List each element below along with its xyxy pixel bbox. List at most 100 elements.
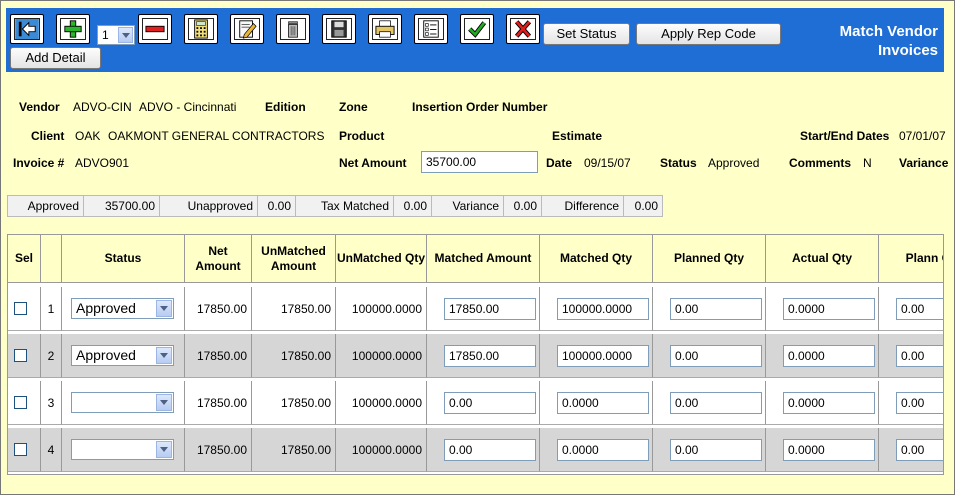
delete-icon <box>280 18 306 40</box>
comments-value: N <box>863 156 872 170</box>
client-label: Client <box>31 129 65 143</box>
approved-total-value: 35700.00 <box>84 196 160 216</box>
planned-qty-input[interactable]: 0.00 <box>670 345 762 367</box>
planned-cost-input[interactable]: 0.00 <box>896 345 943 367</box>
calculator-button[interactable] <box>184 14 218 44</box>
invoice-detail-grid: Sel Status Net Amount UnMatched Amount U… <box>7 234 944 475</box>
unmatched-amount-cell: 17850.00 <box>252 381 336 425</box>
date-label: Date <box>546 156 573 170</box>
planned-qty-input[interactable]: 0.00 <box>670 392 762 414</box>
matched-qty-input[interactable]: 0.0000 <box>557 392 649 414</box>
approve-button[interactable] <box>460 14 494 44</box>
net-amount-input[interactable]: 35700.00 <box>421 151 538 173</box>
page-title: Match Vendor Invoices <box>840 22 938 60</box>
zone-label: Zone <box>339 100 368 114</box>
matched-qty-input[interactable]: 100000.0000 <box>557 345 649 367</box>
column-header-net-amount: Net Amount <box>185 235 252 283</box>
edit-icon <box>234 18 260 40</box>
matched-amount-input[interactable]: 0.00 <box>444 439 536 461</box>
column-header-matched-qty: Matched Qty <box>540 235 653 283</box>
checklist-icon <box>418 18 444 40</box>
actual-qty-input[interactable]: 0.0000 <box>783 392 875 414</box>
status-select[interactable]: Approved <box>71 345 174 366</box>
unapproved-total-value: 0.00 <box>258 196 296 216</box>
start-end-dates-label: Start/End Dates <box>800 129 890 143</box>
row-select-checkbox[interactable] <box>14 302 27 315</box>
comments-label: Comments <box>789 156 852 170</box>
matched-amount-input[interactable]: 17850.00 <box>444 298 536 320</box>
planned-qty-input[interactable]: 0.00 <box>670 298 762 320</box>
difference-total-value: 0.00 <box>634 199 658 213</box>
unmatched-qty-cell: 100000.0000 <box>336 381 427 425</box>
column-header-row-number <box>41 235 62 283</box>
add-detail-button[interactable]: Add Detail <box>10 47 101 69</box>
matched-amount-input[interactable]: 17850.00 <box>444 345 536 367</box>
status-select-value: Approved <box>76 347 136 363</box>
net-amount-cell: 17850.00 <box>185 334 252 378</box>
checklist-button[interactable] <box>414 14 448 44</box>
set-status-button[interactable]: Set Status <box>543 23 630 45</box>
vendor-name: ADVO - Cincinnati <box>139 100 237 114</box>
unmatched-amount-cell: 17850.00 <box>252 428 336 472</box>
actual-qty-input[interactable]: 0.0000 <box>783 439 875 461</box>
unapproved-total-label: Unapproved <box>160 196 258 216</box>
print-button[interactable] <box>368 14 402 44</box>
unmatched-amount-cell: 17850.00 <box>252 287 336 331</box>
table-row: 4 17850.00 17850.00 100000.0000 0.00 0.0… <box>8 428 943 472</box>
back-arrow-button[interactable] <box>10 14 44 44</box>
matched-amount-input[interactable]: 0.00 <box>444 392 536 414</box>
chevron-down-icon <box>156 394 172 411</box>
approve-check-icon <box>464 18 490 40</box>
matched-qty-input[interactable]: 100000.0000 <box>557 298 649 320</box>
variance-total-label: Variance <box>432 196 504 216</box>
status-label: Status <box>660 156 697 170</box>
tax-matched-total-value: 0.00 <box>394 196 432 216</box>
date-value: 09/15/07 <box>584 156 631 170</box>
unmatched-qty-cell: 100000.0000 <box>336 287 427 331</box>
planned-qty-input[interactable]: 0.00 <box>670 439 762 461</box>
page-title-line2: Invoices <box>877 42 938 59</box>
column-header-sel: Sel <box>8 235 41 283</box>
remove-button[interactable] <box>138 14 172 44</box>
add-button[interactable] <box>56 14 90 44</box>
edit-button[interactable] <box>230 14 264 44</box>
reject-button[interactable] <box>506 14 540 44</box>
status-select-value: Approved <box>76 300 136 316</box>
row-number: 1 <box>41 287 62 331</box>
apply-rep-code-button[interactable]: Apply Rep Code <box>636 23 781 45</box>
row-number: 3 <box>41 381 62 425</box>
record-select[interactable]: 1 <box>97 25 135 45</box>
record-select-value: 1 <box>102 28 109 42</box>
planned-cost-input[interactable]: 0.00 <box>896 439 943 461</box>
invoice-number-label: Invoice # <box>13 156 65 170</box>
row-select-checkbox[interactable] <box>14 443 27 456</box>
client-name: OAKMONT GENERAL CONTRACTORS <box>108 129 325 143</box>
print-icon <box>372 18 398 40</box>
status-select[interactable] <box>71 392 174 413</box>
start-end-dates-value: 07/01/07 <box>899 129 946 143</box>
row-select-checkbox[interactable] <box>14 396 27 409</box>
row-number: 4 <box>41 428 62 472</box>
table-row: 2 Approved 17850.00 17850.00 100000.0000… <box>8 334 943 378</box>
tax-matched-total-label: Tax Matched <box>296 196 394 216</box>
column-header-matched-amount: Matched Amount <box>427 235 540 283</box>
actual-qty-input[interactable]: 0.0000 <box>783 345 875 367</box>
remove-icon <box>142 18 168 40</box>
client-code: OAK <box>75 129 101 143</box>
row-number: 2 <box>41 334 62 378</box>
approved-total-label: Approved <box>8 196 84 216</box>
planned-cost-input[interactable]: 0.00 <box>896 298 943 320</box>
unmatched-amount-cell: 17850.00 <box>252 334 336 378</box>
insertion-order-label: Insertion Order Number <box>412 100 548 114</box>
delete-button[interactable] <box>276 14 310 44</box>
actual-qty-input[interactable]: 0.0000 <box>783 298 875 320</box>
column-header-actual-qty: Actual Qty <box>766 235 879 283</box>
vendor-code: ADVO-CIN <box>73 100 132 114</box>
matched-qty-input[interactable]: 0.0000 <box>557 439 649 461</box>
net-amount-cell: 17850.00 <box>185 428 252 472</box>
status-select[interactable]: Approved <box>71 298 174 319</box>
save-button[interactable] <box>322 14 356 44</box>
row-select-checkbox[interactable] <box>14 349 27 362</box>
status-select[interactable] <box>71 439 174 460</box>
planned-cost-input[interactable]: 0.00 <box>896 392 943 414</box>
